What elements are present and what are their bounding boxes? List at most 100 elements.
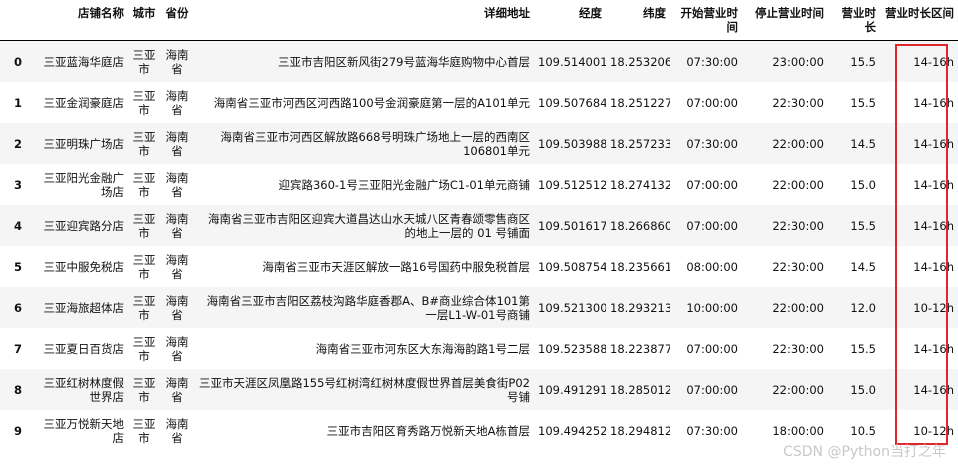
cell-store-name: 三亚海旅超体店 (34, 287, 128, 328)
table-row: 7 三亚夏日百货店 三亚市 海南省 海南省三亚市河东区大东海海韵路1号二层 109.523… (0, 328, 958, 369)
cell-city: 三亚市 (128, 369, 160, 410)
cell-index: 8 (0, 369, 34, 410)
cell-province: 海南省 (160, 287, 194, 328)
cell-close-time: 22:30:00 (742, 328, 828, 369)
cell-longitude: 109.523588 (534, 328, 606, 369)
cell-store-name: 三亚万悦新天地店 (34, 410, 128, 451)
cell-open-time: 07:30:00 (670, 410, 742, 451)
table-row: 6 三亚海旅超体店 三亚市 海南省 海南省三亚市吉阳区荔枝沟路华庭香郡A、B#商业综合体… (0, 287, 958, 328)
table-row: 3 三亚阳光金融广场店 三亚市 海南省 迎宾路360-1号三亚阳光金融广场C1-01单元… (0, 164, 958, 205)
cell-duration-range: 14-16h (880, 205, 958, 246)
cell-longitude: 109.501617 (534, 205, 606, 246)
cell-duration-range: 14-16h (880, 164, 958, 205)
cell-close-time: 22:00:00 (742, 164, 828, 205)
cell-city: 三亚市 (128, 123, 160, 164)
cell-city: 三亚市 (128, 164, 160, 205)
cell-address: 海南省三亚市河西区河西路100号金润豪庭第一层的A101单元 (194, 82, 534, 123)
cell-address: 三亚市天涯区凤凰路155号红树湾红树林度假世界首层美食街P02号铺 (194, 369, 534, 410)
cell-index: 3 (0, 164, 34, 205)
cell-index: 9 (0, 410, 34, 451)
cell-province: 海南省 (160, 369, 194, 410)
cell-latitude: 18.235661 (606, 246, 670, 287)
cell-province: 海南省 (160, 205, 194, 246)
cell-open-time: 07:00:00 (670, 369, 742, 410)
cell-latitude: 18.257233 (606, 123, 670, 164)
cell-longitude: 109.494252 (534, 410, 606, 451)
cell-duration-range: 14-16h (880, 246, 958, 287)
cell-longitude: 109.491291 (534, 369, 606, 410)
cell-latitude: 18.274132 (606, 164, 670, 205)
cell-duration: 15.5 (828, 40, 880, 82)
cell-open-time: 07:00:00 (670, 164, 742, 205)
cell-index: 7 (0, 328, 34, 369)
column-header-index (0, 0, 34, 41)
cell-duration-range: 14-16h (880, 369, 958, 410)
cell-duration: 14.5 (828, 246, 880, 287)
table-row: 1 三亚金润豪庭店 三亚市 海南省 海南省三亚市河西区河西路100号金润豪庭第一层的A1… (0, 82, 958, 123)
cell-duration-range: 14-16h (880, 82, 958, 123)
cell-close-time: 23:00:00 (742, 40, 828, 82)
cell-latitude: 18.294812 (606, 410, 670, 451)
column-header-province: 省份 (160, 0, 194, 41)
cell-address: 海南省三亚市河西区解放路668号明珠广场地上一层的西南区106801单元 (194, 123, 534, 164)
cell-province: 海南省 (160, 246, 194, 287)
cell-duration: 15.5 (828, 205, 880, 246)
cell-duration-range: 14-16h (880, 40, 958, 82)
cell-address: 海南省三亚市吉阳区荔枝沟路华庭香郡A、B#商业综合体101第一层L1-W-01号… (194, 287, 534, 328)
cell-open-time: 07:30:00 (670, 123, 742, 164)
cell-index: 0 (0, 40, 34, 82)
cell-index: 1 (0, 82, 34, 123)
cell-city: 三亚市 (128, 246, 160, 287)
cell-longitude: 109.508754 (534, 246, 606, 287)
cell-latitude: 18.293213 (606, 287, 670, 328)
cell-duration: 15.0 (828, 369, 880, 410)
cell-store-name: 三亚迎宾路分店 (34, 205, 128, 246)
cell-longitude: 109.514001 (534, 40, 606, 82)
header-row: 店铺名称 城市 省份 详细地址 经度 纬度 开始营业时间 停止营业时间 营业时长 营业时长区间 (0, 0, 958, 41)
cell-store-name: 三亚夏日百货店 (34, 328, 128, 369)
cell-longitude: 109.512512 (534, 164, 606, 205)
cell-longitude: 109.521300 (534, 287, 606, 328)
cell-duration: 15.0 (828, 164, 880, 205)
table-row: 0 三亚蓝海华庭店 三亚市 海南省 三亚市吉阳区新风街279号蓝海华庭购物中心首层 109… (0, 40, 958, 82)
cell-address: 海南省三亚市吉阳区迎宾大道昌达山水天城八区青春颂零售商区的地上一层的 01 号铺… (194, 205, 534, 246)
cell-duration: 15.5 (828, 328, 880, 369)
cell-store-name: 三亚阳光金融广场店 (34, 164, 128, 205)
column-header-duration-range: 营业时长区间 (880, 0, 958, 41)
cell-city: 三亚市 (128, 287, 160, 328)
cell-address: 海南省三亚市天涯区解放一路16号国药中服免税首层 (194, 246, 534, 287)
cell-latitude: 18.266860 (606, 205, 670, 246)
cell-open-time: 07:30:00 (670, 40, 742, 82)
column-header-longitude: 经度 (534, 0, 606, 41)
column-header-duration: 营业时长 (828, 0, 880, 41)
column-header-store-name: 店铺名称 (34, 0, 128, 41)
cell-duration-range: 14-16h (880, 123, 958, 164)
cell-store-name: 三亚金润豪庭店 (34, 82, 128, 123)
cell-open-time: 10:00:00 (670, 287, 742, 328)
cell-latitude: 18.223877 (606, 328, 670, 369)
cell-address: 海南省三亚市河东区大东海海韵路1号二层 (194, 328, 534, 369)
cell-index: 6 (0, 287, 34, 328)
cell-address: 三亚市吉阳区育秀路万悦新天地A栋首层 (194, 410, 534, 451)
cell-duration-range: 10-12h (880, 287, 958, 328)
cell-province: 海南省 (160, 123, 194, 164)
cell-open-time: 07:00:00 (670, 205, 742, 246)
table-row: 5 三亚中服免税店 三亚市 海南省 海南省三亚市天涯区解放一路16号国药中服免税首层 10… (0, 246, 958, 287)
cell-latitude: 18.251227 (606, 82, 670, 123)
cell-city: 三亚市 (128, 410, 160, 451)
cell-duration: 12.0 (828, 287, 880, 328)
cell-close-time: 22:00:00 (742, 287, 828, 328)
cell-close-time: 22:30:00 (742, 82, 828, 123)
cell-store-name: 三亚蓝海华庭店 (34, 40, 128, 82)
column-header-latitude: 纬度 (606, 0, 670, 41)
cell-open-time: 08:00:00 (670, 246, 742, 287)
cell-province: 海南省 (160, 40, 194, 82)
cell-city: 三亚市 (128, 205, 160, 246)
cell-store-name: 三亚中服免税店 (34, 246, 128, 287)
cell-index: 4 (0, 205, 34, 246)
column-header-city: 城市 (128, 0, 160, 41)
table-row: 4 三亚迎宾路分店 三亚市 海南省 海南省三亚市吉阳区迎宾大道昌达山水天城八区青春颂零售… (0, 205, 958, 246)
cell-province: 海南省 (160, 164, 194, 205)
cell-province: 海南省 (160, 328, 194, 369)
cell-duration: 14.5 (828, 123, 880, 164)
